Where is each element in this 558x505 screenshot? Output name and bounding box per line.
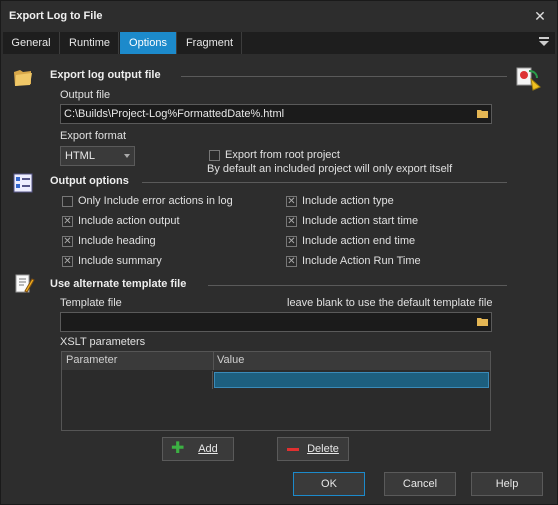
grid-header: Parameter Value bbox=[62, 352, 490, 370]
xslt-parameters-grid[interactable]: Parameter Value bbox=[61, 351, 491, 431]
checkbox-label: Include heading bbox=[78, 235, 156, 247]
column-header-parameter[interactable]: Parameter bbox=[66, 354, 117, 366]
checkbox-box: ✕ bbox=[286, 236, 297, 247]
root-project-note: By default an included project will only… bbox=[207, 163, 453, 175]
heading-checkbox[interactable]: ✕ Include heading bbox=[62, 235, 242, 249]
checkbox-label: Include summary bbox=[78, 255, 162, 267]
divider bbox=[181, 76, 507, 77]
table-row[interactable] bbox=[62, 371, 490, 389]
checkbox-label: Include action start time bbox=[302, 215, 419, 227]
export-format-label: Export format bbox=[60, 130, 127, 142]
root-project-label: Export from root project bbox=[225, 149, 340, 161]
checkbox-label: Include action type bbox=[302, 195, 394, 207]
value-cell[interactable] bbox=[214, 372, 489, 388]
window-title: Export Log to File bbox=[9, 10, 103, 22]
action-run-time-checkbox[interactable]: ✕ Include Action Run Time bbox=[286, 255, 466, 269]
export-section-title: Export log output file bbox=[50, 69, 161, 81]
cancel-button[interactable]: Cancel bbox=[384, 472, 456, 496]
add-button-label: Add bbox=[198, 443, 218, 455]
checkbox-box: ✕ bbox=[62, 216, 73, 227]
output-file-label: Output file bbox=[60, 89, 111, 101]
tab-runtime[interactable]: Runtime bbox=[61, 32, 119, 54]
plus-icon: ✚ bbox=[171, 440, 185, 457]
template-section-title: Use alternate template file bbox=[50, 278, 187, 290]
template-file-input[interactable] bbox=[60, 312, 492, 332]
checkbox-box: ✕ bbox=[286, 216, 297, 227]
browse-folder-icon[interactable] bbox=[477, 108, 489, 119]
checklist-icon bbox=[13, 173, 33, 193]
checkbox-label: Only Include error actions in log bbox=[78, 195, 233, 207]
tab-menu-icon[interactable] bbox=[539, 37, 549, 49]
output-file-value: C:\Builds\Project-Log%FormattedDate%.htm… bbox=[64, 108, 285, 120]
checkbox-box: ✕ bbox=[286, 196, 297, 207]
tab-bar: General Runtime Options Fragment bbox=[3, 32, 555, 54]
template-file-hint: leave blank to use the default template … bbox=[287, 297, 493, 309]
export-format-select[interactable]: HTML bbox=[60, 146, 135, 166]
column-separator[interactable] bbox=[213, 352, 214, 370]
action-end-time-checkbox[interactable]: ✕ Include action end time bbox=[286, 235, 466, 249]
action-type-checkbox[interactable]: ✕ Include action type bbox=[286, 195, 466, 209]
chevron-down-icon bbox=[124, 154, 130, 158]
checkbox-box: ✕ bbox=[286, 256, 297, 267]
action-icon bbox=[516, 67, 541, 91]
help-button[interactable]: Help bbox=[471, 472, 543, 496]
only-errors-checkbox[interactable]: Only Include error actions in log bbox=[62, 195, 242, 209]
tab-general[interactable]: General bbox=[3, 32, 60, 54]
close-icon[interactable]: ✕ bbox=[531, 7, 549, 25]
column-header-value[interactable]: Value bbox=[217, 354, 244, 366]
ok-button[interactable]: OK bbox=[293, 472, 365, 496]
output-file-input[interactable]: C:\Builds\Project-Log%FormattedDate%.htm… bbox=[60, 104, 492, 124]
root-project-checkbox[interactable]: Export from root project bbox=[209, 149, 359, 163]
checkbox-label: Include action end time bbox=[302, 235, 416, 247]
parameter-cell[interactable] bbox=[63, 371, 213, 389]
add-button[interactable]: ✚ Add bbox=[162, 437, 234, 461]
folder-icon bbox=[14, 70, 32, 86]
action-start-time-checkbox[interactable]: ✕ Include action start time bbox=[286, 215, 466, 229]
checkbox-box: ✕ bbox=[62, 236, 73, 247]
title-bar: Export Log to File ✕ bbox=[1, 1, 557, 31]
delete-button-label: Delete bbox=[307, 443, 339, 455]
export-format-value: HTML bbox=[65, 150, 95, 162]
xslt-parameters-label: XSLT parameters bbox=[60, 336, 146, 348]
browse-folder-icon[interactable] bbox=[477, 316, 489, 327]
divider bbox=[142, 182, 507, 183]
tab-options[interactable]: Options bbox=[120, 32, 177, 54]
divider bbox=[208, 285, 507, 286]
minus-icon bbox=[287, 448, 299, 451]
checkbox-box bbox=[209, 150, 220, 161]
document-pencil-icon bbox=[15, 274, 35, 293]
output-options-title: Output options bbox=[50, 175, 129, 187]
tab-fragment[interactable]: Fragment bbox=[178, 32, 242, 54]
delete-button[interactable]: Delete bbox=[277, 437, 349, 461]
summary-checkbox[interactable]: ✕ Include summary bbox=[62, 255, 242, 269]
checkbox-box: ✕ bbox=[62, 256, 73, 267]
dialog-window: Export Log to File ✕ General Runtime Opt… bbox=[0, 0, 558, 505]
checkbox-label: Include Action Run Time bbox=[302, 255, 421, 267]
checkbox-label: Include action output bbox=[78, 215, 180, 227]
template-file-label: Template file bbox=[60, 297, 122, 309]
action-output-checkbox[interactable]: ✕ Include action output bbox=[62, 215, 242, 229]
checkbox-box bbox=[62, 196, 73, 207]
